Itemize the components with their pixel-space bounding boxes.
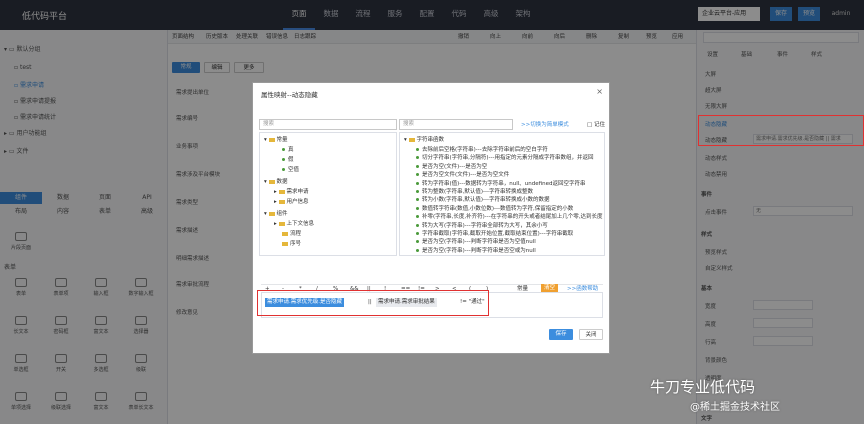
function-item[interactable]: 去除前后空格(字符串)---去除字符串前后的空白字符 — [416, 146, 548, 154]
tree-leaf[interactable]: 流程 — [282, 230, 301, 238]
function-item[interactable]: 是否为空(字符串)---判断字符串是否空或为null — [416, 247, 536, 255]
function-icon — [416, 240, 419, 244]
folder-icon — [282, 241, 288, 246]
save-button[interactable]: 保存 — [549, 329, 573, 340]
function-icon — [416, 206, 419, 210]
tree-node-constant[interactable]: ▾ 常量 — [264, 136, 288, 144]
function-item[interactable]: 是否为空(字符串)---判断字符串是否为空值null — [416, 238, 536, 246]
tree-node[interactable]: ▸ 上下文信息 — [274, 220, 314, 228]
close-button[interactable]: 关闭 — [579, 329, 603, 340]
function-item[interactable]: 转为小数(字符串,默认值)---字符串转换成小数的数据 — [416, 196, 550, 204]
function-item[interactable]: 转为大写(字符串)---字符串全部转为大写，其余小写 — [416, 222, 548, 230]
function-tree: ▾ 字符串函数 去除前后空格(字符串)---去除字符串前后的空白字符 切分字符串(… — [399, 132, 605, 256]
function-icon — [416, 198, 419, 202]
highlight-box — [257, 290, 489, 316]
folder-icon — [278, 189, 285, 194]
tree-leaf[interactable]: 假 — [282, 156, 294, 164]
function-icon — [416, 181, 419, 185]
leaf-icon — [282, 158, 285, 161]
function-item[interactable]: 数值转字符串(数值,小数位数)---数值转为字符,保留指定的小数 — [416, 205, 573, 213]
close-icon[interactable]: × — [596, 87, 603, 96]
watermark-line1: 牛刀专业低代码 — [650, 378, 756, 396]
watermark-line2: @稀土掘金技术社区 — [690, 402, 780, 413]
function-icon — [416, 173, 419, 177]
folder-icon — [268, 137, 275, 142]
switch-mode-link[interactable]: >>切换为简单模式 — [521, 121, 569, 129]
tree-node-string-functions[interactable]: ▾ 字符串函数 — [404, 136, 444, 144]
tree-leaf[interactable]: 序号 — [282, 240, 301, 248]
function-item[interactable]: 切分字符串(字符串,分隔符)---用指定的元素分隔成字符串数组，并返回 — [416, 154, 594, 162]
checkbox-icon: □ — [587, 122, 593, 128]
remember-checkbox[interactable]: □ 记住 — [587, 121, 605, 129]
tree-node-data[interactable]: ▾ 数据 — [264, 178, 288, 186]
function-icon — [416, 232, 419, 235]
tree-node[interactable]: ▸ 用户信息 — [274, 198, 309, 206]
function-item[interactable]: 转为字符串(值)---数据转为字符串，null、undefined返回空字符串 — [416, 180, 585, 188]
function-icon — [416, 215, 419, 219]
function-item[interactable]: 是否为空文件(文件)---是否为空文件 — [416, 171, 509, 179]
folder-icon — [278, 199, 285, 204]
clear-button[interactable]: 清空 — [541, 284, 559, 292]
tree-leaf[interactable]: 真 — [282, 146, 294, 154]
folder-icon — [282, 231, 288, 236]
right-search-input[interactable]: 搜索 — [399, 119, 513, 130]
function-item[interactable]: 补零(字符串,长度,补齐符)---在字符串的开头或者结尾加上几个零,达到长度 — [416, 213, 603, 221]
function-item[interactable]: 转为整数(字符串,默认值)---字符串转换成整数 — [416, 188, 533, 196]
function-icon — [416, 148, 419, 151]
function-icon — [416, 190, 419, 193]
function-item[interactable]: 是否为空(文件)---是否为空 — [416, 163, 487, 171]
function-icon — [416, 223, 419, 227]
tree-leaf[interactable]: 空值 — [282, 166, 299, 174]
folder-icon — [278, 221, 285, 226]
highlight-box — [698, 115, 864, 146]
variable-tree: ▾ 常量 真 假 空值 ▾ 数据 ▸ 需求申请 ▸ 用户信息 ▾ 组件 ▸ 上下… — [259, 132, 397, 256]
function-item[interactable]: 字符串截取(字符串,截取开始位置,截取结束位置)---字符串截取 — [416, 230, 573, 238]
folder-icon — [268, 211, 275, 216]
tree-node[interactable]: ▸ 需求申请 — [274, 188, 309, 196]
function-icon — [416, 156, 419, 160]
leaf-icon — [282, 168, 285, 171]
attribute-mapping-dialog: 属性映射--动态隐藏 × 搜索 搜索 >>切换为简单模式 □ 记住 ▾ 常量 真… — [252, 82, 610, 354]
leaf-icon — [282, 148, 285, 151]
folder-icon — [408, 137, 415, 142]
tree-node-component[interactable]: ▾ 组件 — [264, 210, 288, 218]
function-icon — [416, 164, 419, 168]
function-icon — [416, 248, 419, 252]
left-search-input[interactable]: 搜索 — [259, 119, 397, 130]
dialog-title: 属性映射--动态隐藏 — [261, 91, 318, 99]
folder-icon — [268, 179, 275, 184]
